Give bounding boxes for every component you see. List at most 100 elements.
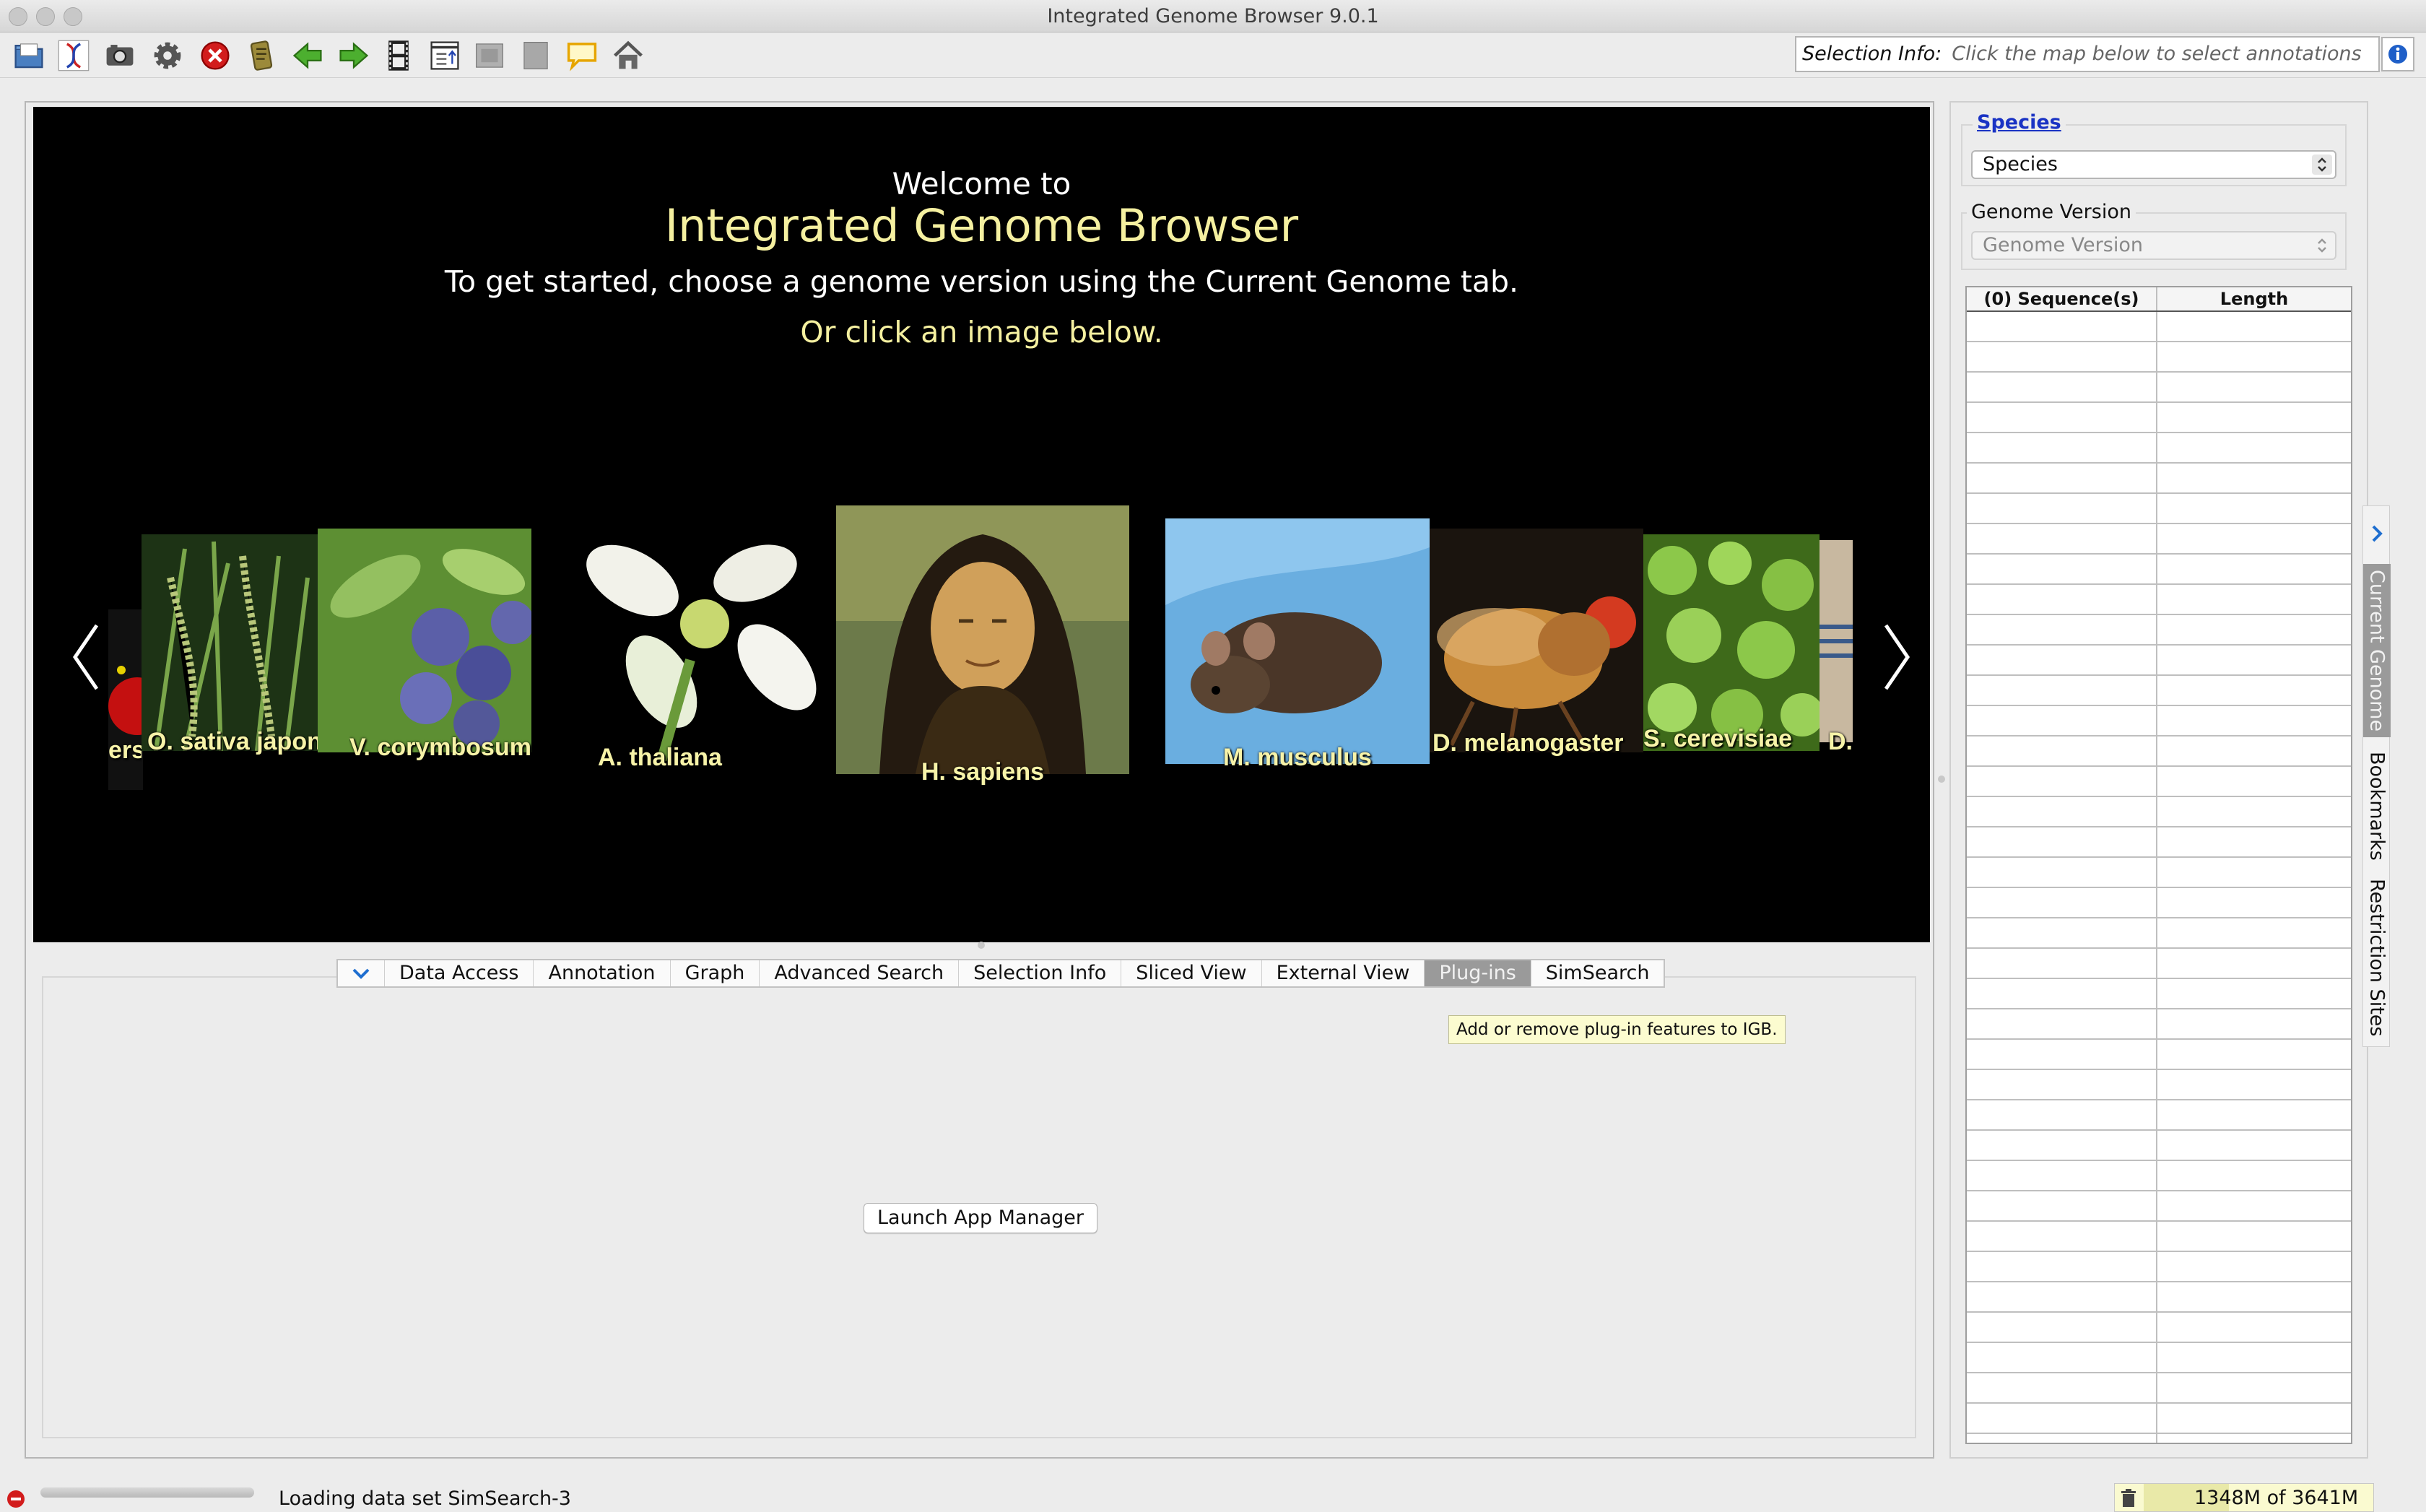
table-cell (1967, 433, 2157, 462)
table-cell (2157, 1070, 2351, 1099)
table-row[interactable] (1967, 1343, 2351, 1373)
table-row[interactable] (1967, 1191, 2351, 1222)
vertical-splitter-handle[interactable] (1938, 775, 1945, 783)
tab-annotation[interactable]: Annotation (534, 960, 671, 986)
tab-graph[interactable]: Graph (671, 960, 760, 986)
table-row[interactable] (1967, 1222, 2351, 1252)
load-sequence-button[interactable] (53, 35, 94, 76)
genome-card[interactable] (1165, 518, 1430, 764)
column-header-sequences[interactable]: (0) Sequence(s) (1967, 287, 2157, 310)
table-row[interactable] (1967, 1252, 2351, 1282)
genome-card[interactable] (1430, 529, 1643, 752)
welcome-instructions: To get started, choose a genome version … (444, 264, 1519, 299)
table-cell (2157, 767, 2351, 796)
side-tab-restriction-sites[interactable]: Restriction Sites (2363, 874, 2391, 1040)
table-row[interactable] (1967, 1161, 2351, 1191)
species-select[interactable]: Species (1971, 150, 2336, 179)
table-row[interactable] (1967, 403, 2351, 433)
carousel-next-button[interactable] (1879, 621, 1913, 693)
genome-card[interactable] (539, 523, 827, 761)
feedback-button[interactable] (562, 35, 602, 76)
stop-icon (201, 41, 230, 70)
table-cell (2157, 342, 2351, 371)
table-row[interactable] (1967, 1404, 2351, 1434)
genome-card[interactable] (142, 534, 318, 751)
column-header-length[interactable]: Length (2157, 287, 2351, 310)
table-cell (2157, 1161, 2351, 1190)
table-row[interactable] (1967, 918, 2351, 949)
film-icon (388, 40, 409, 71)
back-button[interactable] (287, 35, 328, 76)
table-row[interactable] (1967, 676, 2351, 706)
carousel-previous-button[interactable] (69, 621, 104, 693)
tab-external-view[interactable]: External View (1262, 960, 1425, 986)
table-row[interactable] (1967, 1282, 2351, 1313)
table-row[interactable] (1967, 342, 2351, 373)
side-tab-current-genome[interactable]: Current Genome (2363, 564, 2391, 737)
table-row[interactable] (1967, 1434, 2351, 1443)
open-file-button[interactable] (9, 35, 49, 76)
stop-button[interactable] (195, 35, 235, 76)
cancel-load-icon[interactable] (6, 1489, 26, 1509)
table-row[interactable] (1967, 312, 2351, 342)
side-panel-toggle-button[interactable] (2363, 513, 2391, 554)
table-row[interactable] (1967, 585, 2351, 615)
preferences-button[interactable] (147, 35, 188, 76)
table-row[interactable] (1967, 979, 2351, 1009)
tab-selection-info[interactable]: Selection Info (959, 960, 1122, 986)
tab-data-access[interactable]: Data Access (385, 960, 534, 986)
tab-collapse-button[interactable] (338, 960, 385, 986)
selection-info-button[interactable] (2381, 37, 2414, 71)
table-row[interactable] (1967, 706, 2351, 737)
table-row[interactable] (1967, 1040, 2351, 1070)
table-row[interactable] (1967, 737, 2351, 767)
screenshot-button[interactable] (100, 35, 140, 76)
genome-card[interactable] (836, 505, 1129, 774)
table-row[interactable] (1967, 433, 2351, 464)
tab-sliced-view[interactable]: Sliced View (1121, 960, 1262, 986)
tab-advanced-search[interactable]: Advanced Search (760, 960, 960, 986)
species-link[interactable]: Species (1973, 111, 2066, 134)
table-row[interactable] (1967, 1009, 2351, 1040)
table-row[interactable] (1967, 555, 2351, 585)
table-row[interactable] (1967, 646, 2351, 676)
table-row[interactable] (1967, 888, 2351, 918)
table-cell (1967, 615, 2157, 644)
table-row[interactable] (1967, 615, 2351, 646)
memory-usage-text: 1348M of 3641M (2194, 1487, 2359, 1509)
export-button[interactable] (425, 35, 465, 76)
table-row[interactable] (1967, 373, 2351, 403)
genome-version-select[interactable]: Genome Version (1971, 231, 2336, 260)
table-row[interactable] (1967, 858, 2351, 888)
view-panel-button[interactable] (516, 35, 556, 76)
forward-button[interactable] (334, 35, 374, 76)
table-row[interactable] (1967, 827, 2351, 858)
run-script-button[interactable] (241, 35, 282, 76)
table-row[interactable] (1967, 494, 2351, 524)
memory-indicator[interactable]: 1348M of 3641M (2114, 1483, 2374, 1512)
sequence-table[interactable]: (0) Sequence(s) Length (1965, 286, 2352, 1444)
table-row[interactable] (1967, 1100, 2351, 1131)
view-window-button[interactable] (469, 35, 510, 76)
table-row[interactable] (1967, 949, 2351, 979)
table-cell (1967, 524, 2157, 553)
home-button[interactable] (608, 35, 648, 76)
table-row[interactable] (1967, 1373, 2351, 1404)
table-row[interactable] (1967, 464, 2351, 494)
table-row[interactable] (1967, 1070, 2351, 1100)
genome-card[interactable] (1820, 540, 1853, 742)
genome-card[interactable] (108, 540, 143, 869)
table-row[interactable] (1967, 797, 2351, 827)
table-row[interactable] (1967, 767, 2351, 797)
table-row[interactable] (1967, 1313, 2351, 1343)
launch-app-manager-button[interactable]: Launch App Manager (864, 1203, 1097, 1233)
table-row[interactable] (1967, 524, 2351, 555)
genome-card[interactable] (1643, 534, 1820, 751)
tab-simsearch[interactable]: SimSearch (1531, 960, 1664, 986)
genome-card[interactable] (318, 529, 531, 752)
table-row[interactable] (1967, 1131, 2351, 1161)
movie-button[interactable] (378, 35, 419, 76)
tab-plug-ins[interactable]: Plug-ins (1425, 960, 1531, 986)
side-tab-bookmarks[interactable]: Bookmarks (2363, 744, 2391, 867)
splitter-handle[interactable] (978, 942, 985, 949)
